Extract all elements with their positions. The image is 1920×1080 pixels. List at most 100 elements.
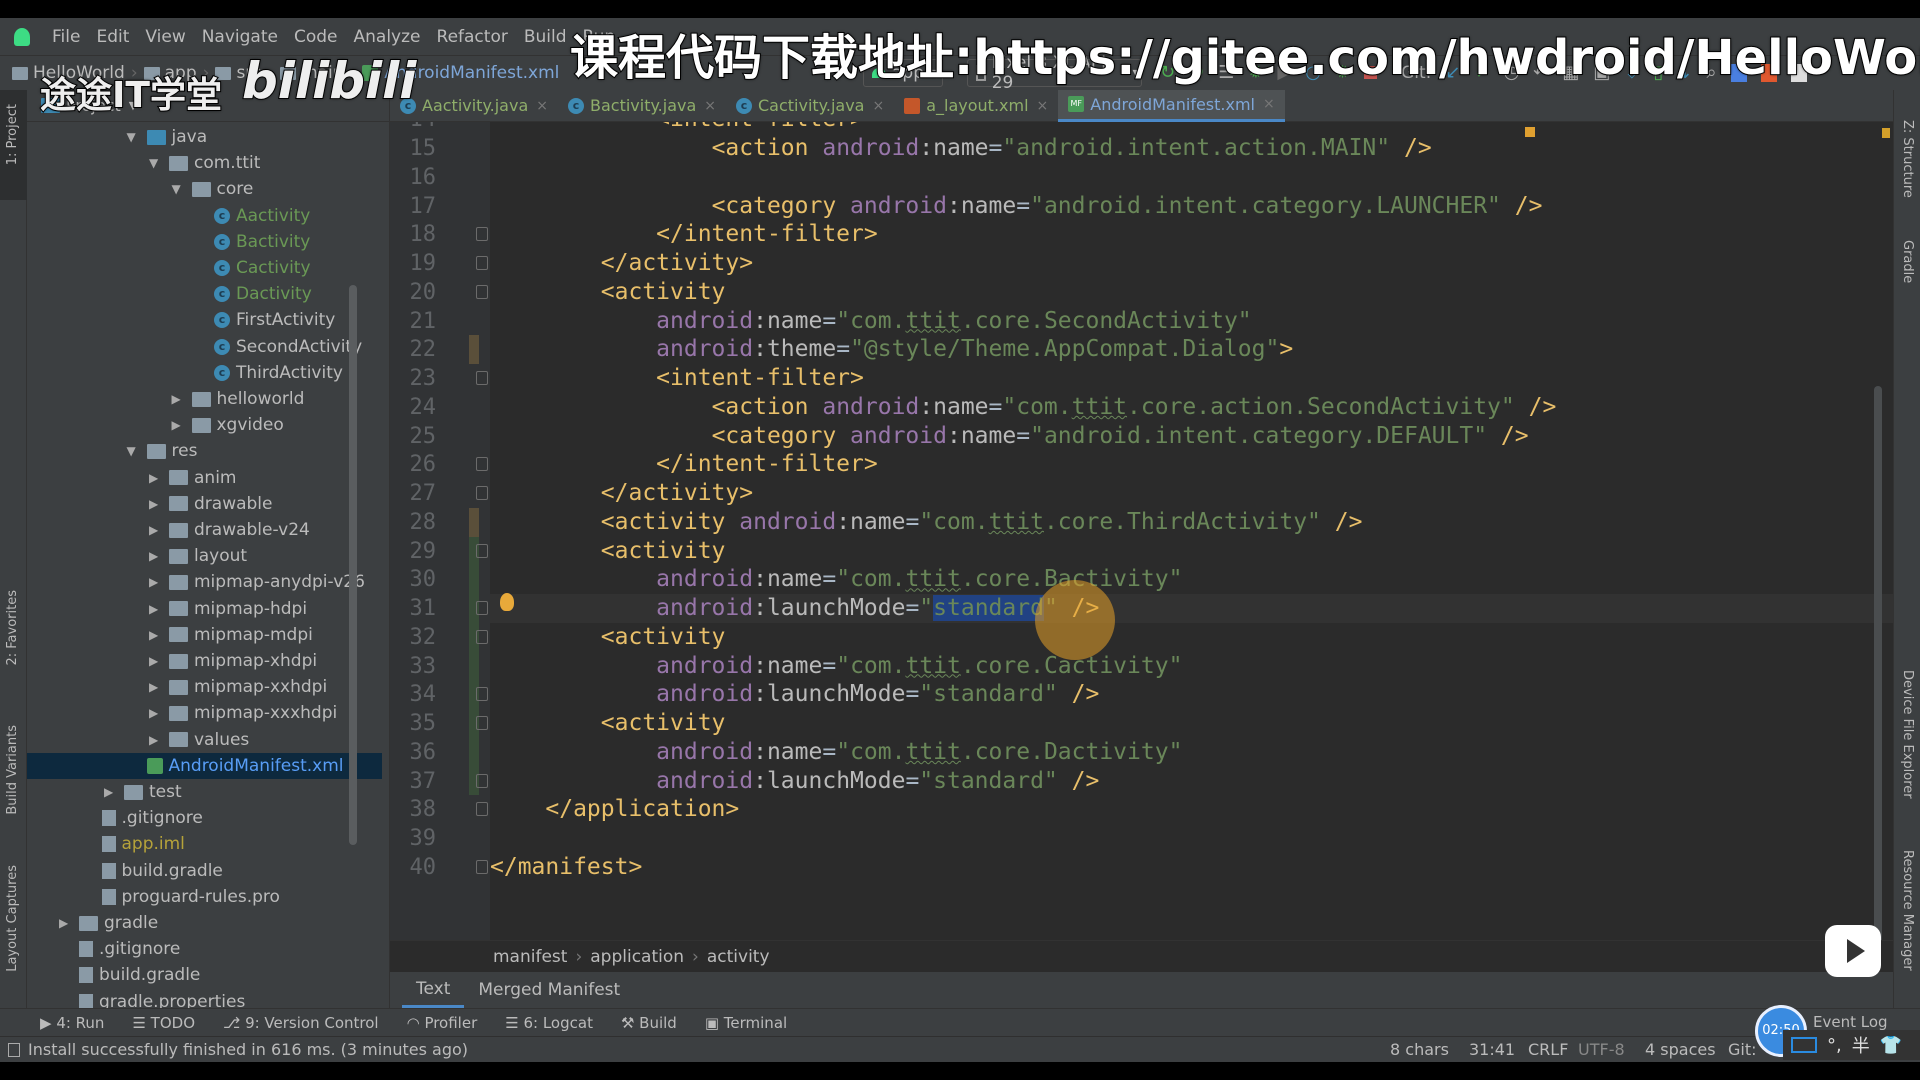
code-line[interactable]: <activity android:name="com.ttit.core.Th…	[490, 508, 1363, 537]
xml-crumb[interactable]: manifest	[493, 947, 567, 967]
profiler-tool-button[interactable]: ◠ Profiler	[407, 1014, 478, 1032]
tree-item[interactable]: proguard-rules.pro	[27, 884, 382, 910]
expanded-arrow-icon[interactable]: ▼	[127, 444, 136, 458]
menu-file[interactable]: File	[52, 27, 80, 47]
collapsed-arrow-icon[interactable]: ▶	[149, 706, 158, 720]
menu-edit[interactable]: Edit	[96, 27, 129, 47]
code-line[interactable]: android:theme="@style/Theme.AppCompat.Di…	[490, 335, 1293, 364]
code-line[interactable]: <activity	[490, 278, 726, 307]
tree-item[interactable]: ▶ mipmap-anydpi-v26	[27, 569, 382, 595]
tab-a-layout-xml[interactable]: a_layout.xml ×	[894, 90, 1058, 122]
ime-mode-icon[interactable]	[1791, 1037, 1817, 1053]
code-line[interactable]: android:name="com.ttit.core.SecondActivi…	[490, 307, 1251, 336]
layout-captures-tool-button[interactable]: Layout Captures	[5, 865, 20, 972]
code-line[interactable]: android:launchMode="standard" />	[490, 680, 1099, 709]
collapsed-arrow-icon[interactable]: ▶	[149, 523, 158, 537]
close-icon[interactable]: ×	[1037, 98, 1049, 114]
collapsed-arrow-icon[interactable]: ▶	[59, 916, 68, 930]
half-width-icon[interactable]: 半	[1852, 1032, 1870, 1058]
code-line[interactable]: <action android:name="android.intent.act…	[490, 134, 1432, 163]
code-line[interactable]: </activity>	[490, 479, 753, 508]
code-line[interactable]: <activity	[490, 623, 726, 652]
tree-item[interactable]: ▼ com.ttit	[27, 150, 382, 176]
code-line[interactable]: android:launchMode="standard" />	[490, 594, 1099, 623]
collapsed-arrow-icon[interactable]: ▶	[149, 628, 158, 642]
event-log-button[interactable]: Event Log	[1813, 1013, 1888, 1031]
collapsed-arrow-icon[interactable]: ▶	[149, 575, 158, 589]
tree-item[interactable]: ▼ res	[27, 438, 382, 464]
code-editor[interactable]: 1415161718192021222324252627282930313233…	[390, 122, 1893, 940]
collapsed-arrow-icon[interactable]: ▶	[149, 549, 158, 563]
tree-item[interactable]: gradle.properties	[27, 989, 382, 1008]
collapsed-arrow-icon[interactable]: ▶	[149, 471, 158, 485]
structure-tool-button[interactable]: Z: Structure	[1900, 120, 1915, 198]
git-branch[interactable]: Git:	[1728, 1040, 1757, 1059]
menu-analyze[interactable]: Analyze	[354, 27, 421, 47]
tree-item[interactable]: build.gradle	[27, 858, 382, 884]
menu-view[interactable]: View	[145, 27, 185, 47]
code-line[interactable]: android:name="com.ttit.core.Dactivity"	[490, 738, 1182, 767]
collapsed-arrow-icon[interactable]: ▶	[149, 654, 158, 668]
code-line[interactable]: </application>	[490, 795, 739, 824]
collapsed-arrow-icon[interactable]: ▶	[149, 602, 158, 616]
tab-androidmanifest-xml[interactable]: MF AndroidManifest.xml ×	[1058, 89, 1285, 122]
status-toggle-icon[interactable]	[8, 1042, 20, 1057]
resource-manager-button[interactable]: Resource Manager	[1900, 850, 1915, 971]
tree-item[interactable]: ▶ layout	[27, 543, 382, 569]
xml-crumb[interactable]: activity	[707, 947, 770, 967]
code-line[interactable]: <intent-filter>	[490, 122, 864, 134]
collapsed-arrow-icon[interactable]: ▶	[104, 785, 113, 799]
tree-item[interactable]: c Dactivity	[27, 281, 382, 307]
tab-bactivity-java[interactable]: c Bactivity.java ×	[558, 90, 726, 122]
terminal-tool-button[interactable]: ▣ Terminal	[705, 1014, 787, 1032]
version-control-tool-button[interactable]: ⎇ 9: Version Control	[223, 1014, 379, 1032]
tree-item[interactable]: ▶ mipmap-xhdpi	[27, 648, 382, 674]
code-line[interactable]: </intent-filter>	[490, 450, 878, 479]
file-encoding[interactable]: UTF-8	[1578, 1040, 1625, 1059]
close-icon[interactable]: ×	[704, 98, 716, 114]
code-line[interactable]: </intent-filter>	[490, 220, 878, 249]
collapsed-arrow-icon[interactable]: ▶	[172, 418, 181, 432]
status-message[interactable]: Install successfully finished in 616 ms.…	[28, 1040, 468, 1059]
tree-item[interactable]: c SecondActivity	[27, 334, 382, 360]
xml-crumb[interactable]: application	[590, 947, 684, 967]
expanded-arrow-icon[interactable]: ▼	[127, 130, 136, 144]
code-line[interactable]: </activity>	[490, 249, 753, 278]
tree-item[interactable]: ▶ mipmap-mdpi	[27, 622, 382, 648]
device-file-explorer-button[interactable]: Device File Explorer	[1900, 670, 1915, 799]
tree-item[interactable]: ▶ test	[27, 779, 382, 805]
build-variants-tool-button[interactable]: Build Variants	[5, 725, 20, 815]
tree-item[interactable]: c FirstActivity	[27, 307, 382, 333]
project-tool-button[interactable]: 1: Project	[5, 104, 20, 165]
tab-text[interactable]: Text	[402, 973, 465, 1008]
code-line[interactable]: <category android:name="android.intent.c…	[490, 192, 1543, 221]
gradle-tool-button[interactable]: Gradle	[1900, 240, 1915, 283]
tree-item[interactable]: .gitignore	[27, 805, 382, 831]
collapsed-arrow-icon[interactable]: ▶	[149, 497, 158, 511]
close-icon[interactable]: ×	[536, 98, 548, 114]
tree-item[interactable]: ▶ drawable-v24	[27, 517, 382, 543]
collapsed-arrow-icon[interactable]: ▶	[149, 680, 158, 694]
code-line[interactable]: android:launchMode="standard" />	[490, 767, 1099, 796]
tree-item[interactable]: c ThirdActivity	[27, 360, 382, 386]
code-line[interactable]: </manifest>	[490, 853, 642, 882]
menu-code[interactable]: Code	[294, 27, 338, 47]
code-line[interactable]: <activity	[490, 537, 726, 566]
tab-cactivity-java[interactable]: c Cactivity.java ×	[726, 90, 894, 122]
tree-item[interactable]: ▶ mipmap-hdpi	[27, 596, 382, 622]
todo-tool-button[interactable]: ☰ TODO	[132, 1014, 195, 1032]
collapsed-arrow-icon[interactable]: ▶	[149, 733, 158, 747]
skin-icon[interactable]: 👕	[1880, 1035, 1902, 1056]
menu-refactor[interactable]: Refactor	[437, 27, 508, 47]
tree-item[interactable]: c Aactivity	[27, 203, 382, 229]
code-line[interactable]: <action android:name="com.ttit.core.acti…	[490, 393, 1557, 422]
lightbulb-icon[interactable]	[500, 593, 514, 611]
tree-item[interactable]: ▶ xgvideo	[27, 412, 382, 438]
tree-item[interactable]: build.gradle	[27, 962, 382, 988]
tree-item[interactable]: ▶ values	[27, 727, 382, 753]
tab-merged-manifest[interactable]: Merged Manifest	[464, 974, 634, 1006]
tree-item[interactable]: c Bactivity	[27, 229, 382, 255]
code-line[interactable]: <category android:name="android.intent.c…	[490, 422, 1529, 451]
tree-item[interactable]: c Cactivity	[27, 255, 382, 281]
logcat-tool-button[interactable]: ☰ 6: Logcat	[505, 1014, 593, 1032]
